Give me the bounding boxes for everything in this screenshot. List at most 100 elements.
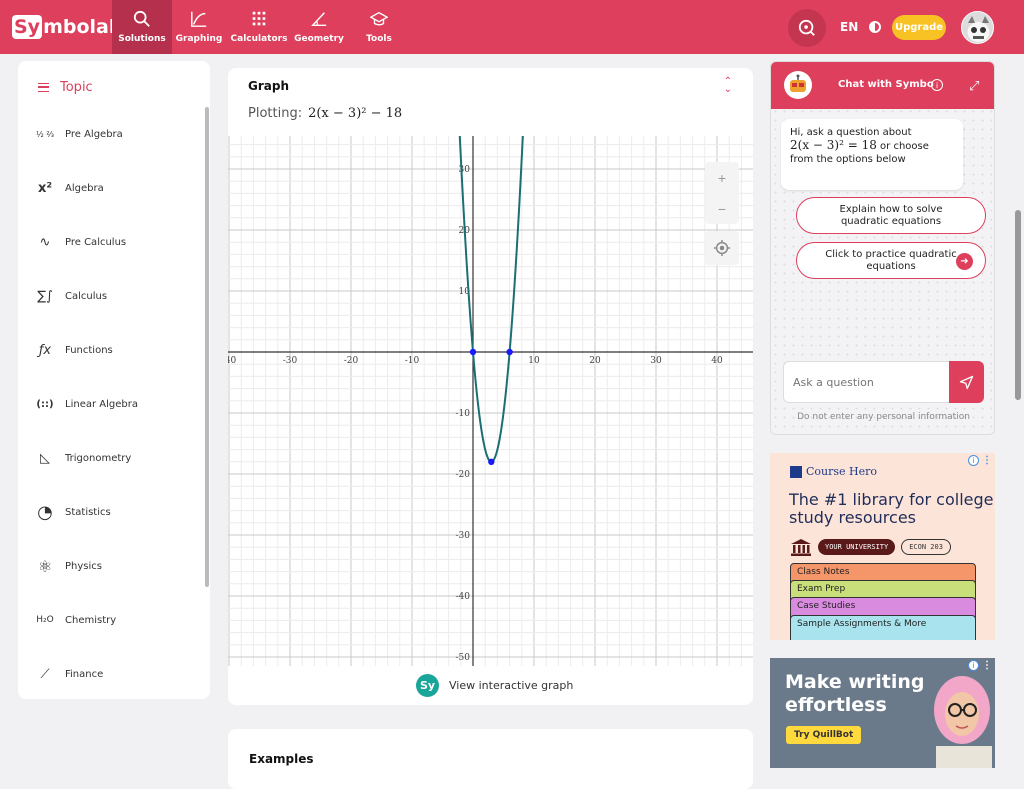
function-icon: ƒx [38, 342, 52, 358]
ad-tag-university: YOUR UNIVERSITY [818, 539, 896, 555]
sidebar-item-functions[interactable]: ƒx Functions [34, 339, 113, 361]
function-graph[interactable]: -40-30-20-1010203040302010-10-20-30-40-5… [228, 136, 753, 666]
quillbot-ad[interactable]: i ⋮ Make writing effortless Try QuillBot [770, 658, 995, 768]
person-photo-illustration [934, 676, 992, 768]
y-tick-label: -10 [456, 409, 471, 419]
expand-icon[interactable]: ⤢ [969, 78, 979, 94]
y-tick-label: -30 [456, 531, 471, 541]
chat-option-practice[interactable]: Click to practice quadratic equations ➜ [796, 242, 986, 279]
zoom-out-button[interactable]: − [705, 193, 739, 224]
ad-card: Sample Assignments & More [790, 615, 976, 640]
sidebar-item-physics[interactable]: ⚛ Physics [34, 555, 102, 577]
examples-title: Examples [249, 752, 314, 766]
top-navigation-bar: Sy mbolab Solutions Graphing Calculators … [0, 0, 1024, 54]
sidebar-scrollbar[interactable] [205, 107, 209, 587]
ad-choices[interactable]: i ⋮ [968, 455, 992, 466]
graph-card: Graph ⌃⌄ Plotting: 2(x − 3)² − 18 -40 -30… [228, 68, 753, 705]
topic-sidebar: Topic ½ ⅔ Pre Algebra x² Algebra ∿ Pre Calc… [18, 61, 210, 699]
sidebar-item-calculus[interactable]: ∑∫ Calculus [34, 285, 107, 307]
key-point [488, 458, 495, 465]
atom-icon: ⚛ [37, 556, 53, 576]
plotting-label: Plotting: [248, 106, 303, 121]
sidebar-item-label: Finance [65, 668, 104, 680]
chat-option-explain[interactable]: Explain how to solve quadratic equations [796, 197, 986, 234]
bubble-intro: Hi, ask a question about [790, 127, 912, 138]
nav-label: Calculators [230, 34, 288, 44]
nav-calculators[interactable]: Calculators [229, 0, 289, 54]
sidebar-item-pre-algebra[interactable]: ½ ⅔ Pre Algebra [34, 123, 123, 145]
angle-icon [311, 12, 327, 27]
sidebar-item-finance[interactable]: ⟋ Finance [34, 663, 103, 685]
nav-graphing[interactable]: Graphing [169, 0, 229, 54]
graph-title: Graph [248, 79, 289, 93]
view-interactive-graph-link[interactable]: Sy View interactive graph [416, 674, 573, 697]
nav-label: Solutions [118, 34, 166, 44]
chat-input[interactable] [784, 362, 949, 402]
nav-solutions[interactable]: Solutions [112, 0, 172, 54]
zoom-in-button[interactable]: + [705, 162, 739, 193]
nav-geometry[interactable]: Geometry [289, 0, 349, 54]
page-scrollbar[interactable] [1015, 210, 1021, 400]
chat-title: Chat with Symbo [838, 79, 934, 90]
bot-avatar [784, 71, 812, 99]
sidebar-item-algebra[interactable]: x² Algebra [34, 177, 104, 199]
sidebar-item-label: Calculus [65, 290, 108, 302]
triangle-icon: ◺ [40, 450, 50, 466]
crosshair-icon [713, 239, 731, 257]
h2o-icon: H₂O [36, 615, 54, 625]
x-tick-label: -10 [405, 356, 420, 366]
symbolab-logo[interactable]: Sy mbolab [12, 15, 122, 39]
sidebar-item-statistics[interactable]: ◔ Statistics [34, 501, 111, 523]
y-tick-label: -20 [456, 470, 471, 480]
topic-header[interactable]: Topic [38, 80, 93, 95]
send-button[interactable] [949, 361, 984, 403]
nav-label: Geometry [294, 34, 344, 44]
chat-panel: Chat with Symbo i ⤢ Hi, ask a question a… [770, 61, 995, 435]
sidebar-item-label: Functions [65, 344, 113, 356]
chat-header: Chat with Symbo i ⤢ [771, 62, 994, 109]
course-hero-logo: Course Hero [790, 465, 877, 478]
logo-sy: Sy [12, 15, 43, 39]
search-icon [133, 10, 150, 27]
graduation-cap-icon [370, 11, 388, 26]
y-tick-label: -50 [456, 653, 471, 663]
calculator-icon [252, 11, 266, 26]
sidebar-item-chemistry[interactable]: H₂O Chemistry [34, 609, 116, 631]
sidebar-item-trigonometry[interactable]: ◺ Trigonometry [34, 447, 131, 469]
nav-tools[interactable]: Tools [349, 0, 409, 54]
ad-menu-icon[interactable]: ⋮ [982, 455, 992, 466]
info-icon[interactable]: i [931, 79, 943, 91]
ad-info-icon[interactable]: i [968, 455, 979, 466]
language-selector[interactable]: EN [840, 20, 858, 34]
collapse-chevron-icon[interactable]: ⌃ ⌄ [722, 77, 734, 95]
try-quillbot-button[interactable]: Try QuillBot [786, 726, 862, 744]
nav-label: Graphing [175, 34, 223, 44]
x-tick-label: 10 [528, 356, 540, 366]
pie-chart-icon: ◔ [37, 501, 53, 523]
recenter-button[interactable] [705, 231, 739, 265]
contrast-toggle-icon[interactable] [869, 21, 881, 33]
robot-avatar-icon [962, 12, 993, 43]
send-icon [959, 375, 974, 389]
topic-header-label: Topic [60, 80, 93, 95]
search-icon [798, 19, 815, 36]
sidebar-item-label: Trigonometry [65, 452, 132, 464]
sidebar-item-label: Algebra [65, 182, 104, 194]
view-interactive-graph-label: View interactive graph [449, 679, 574, 692]
x-tick-label: 40 [711, 356, 723, 366]
ai-search-button[interactable] [788, 9, 826, 47]
course-hero-ad[interactable]: i ⋮ Course Hero The #1 library for colleg… [770, 453, 995, 640]
line-chart-icon: ⟋ [40, 666, 50, 682]
sidebar-item-label: Pre Algebra [65, 128, 123, 140]
university-icon [791, 539, 811, 556]
symbolab-sy-icon: Sy [416, 674, 439, 697]
examples-card: Examples [228, 729, 753, 789]
x-tick-label: 30 [650, 356, 662, 366]
upgrade-button[interactable]: Upgrade [892, 15, 946, 40]
graph-icon [191, 11, 207, 27]
avatar[interactable] [961, 11, 994, 44]
sidebar-item-pre-calculus[interactable]: ∿ Pre Calculus [34, 231, 127, 253]
x-squared-icon: x² [37, 180, 53, 196]
sidebar-item-linear-algebra[interactable]: (::) Linear Algebra [34, 393, 138, 415]
ad-brand: Course Hero [806, 465, 878, 478]
